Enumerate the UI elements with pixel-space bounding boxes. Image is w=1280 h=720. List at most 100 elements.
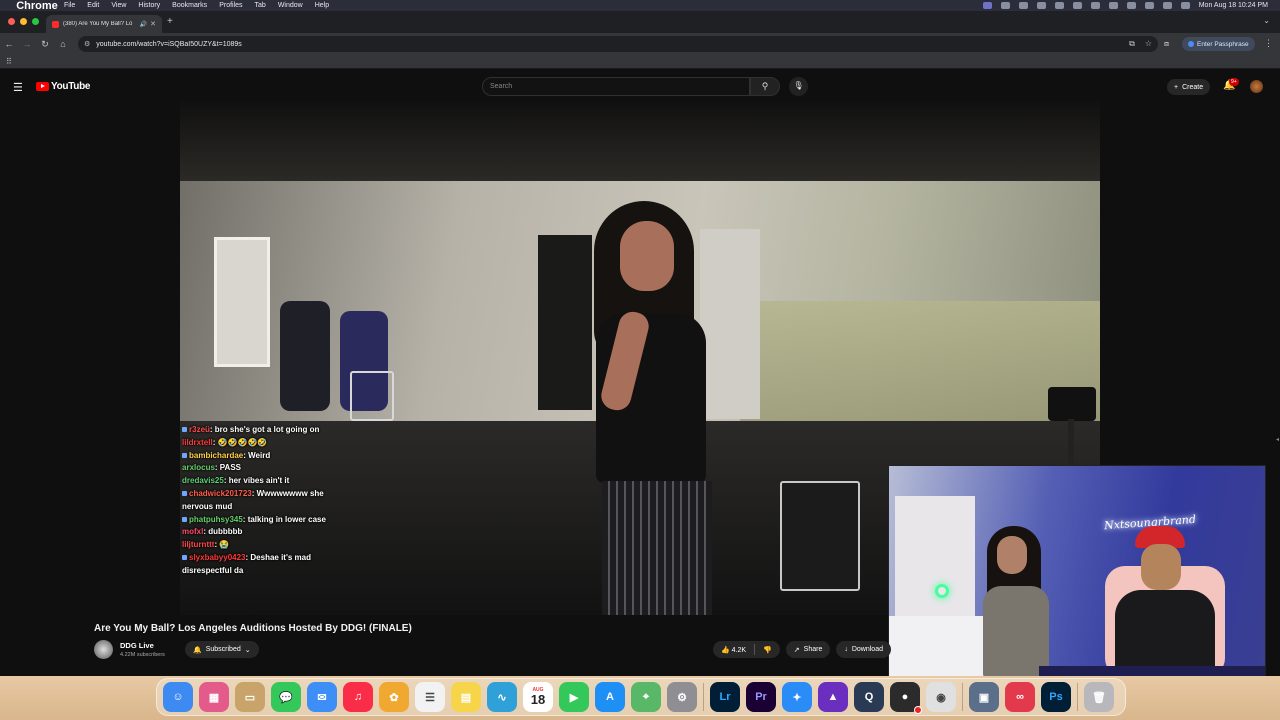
status-battery-icon[interactable] — [1072, 2, 1082, 9]
dock-affinity-icon[interactable]: ▲ — [818, 682, 848, 712]
dock-safari-icon[interactable]: ✦ — [782, 682, 812, 712]
window-controls — [8, 18, 39, 25]
search-icon: ⚲ — [761, 81, 769, 91]
reload-button[interactable]: ↻ — [36, 39, 54, 50]
user-icon[interactable] — [1162, 2, 1172, 9]
hamburger-menu-icon[interactable]: ☰ — [13, 81, 23, 94]
subscribed-label: Subscribed — [205, 646, 241, 653]
dock-chrome-icon[interactable]: ◉ — [926, 682, 956, 712]
video-window — [214, 237, 270, 367]
menu-clock[interactable]: Mon Aug 18 10:24 PM — [1199, 2, 1268, 9]
browser-tab-youtube[interactable]: (380) Are You My Ball? Lo 🔊 ✕ — [46, 15, 162, 33]
dock-system-settings-icon[interactable]: ⚙ — [667, 682, 697, 712]
close-window-button[interactable] — [8, 18, 15, 25]
share-button[interactable]: ↗ Share — [785, 641, 831, 658]
search-input[interactable]: Search — [482, 77, 750, 96]
dock-creative-cloud-icon[interactable]: ∞ — [1005, 682, 1035, 712]
dock-notes-icon[interactable]: ▤ — [451, 682, 481, 712]
download-button[interactable]: ↓ Download — [836, 641, 891, 658]
menu-file[interactable]: File — [64, 2, 75, 9]
dock-maps-icon[interactable]: ⌖ — [631, 682, 661, 712]
dock-mail-icon[interactable]: ✉ — [307, 682, 337, 712]
dock-lightroom-icon[interactable]: Lr — [710, 682, 740, 712]
control-center-icon[interactable] — [1126, 2, 1136, 9]
video-title: Are You My Ball? Los Angeles Auditions H… — [94, 623, 412, 634]
subscriber-count: 4.22M subscribers — [120, 652, 165, 658]
youtube-logo[interactable]: YouTube — [36, 81, 91, 92]
voice-search-button[interactable]: 🎙 — [789, 77, 808, 96]
tab-search-chevron-icon[interactable]: ⌄ — [1263, 16, 1270, 25]
share-label: Share — [803, 646, 823, 653]
channel-name[interactable]: DDG Live — [120, 641, 154, 650]
dock-facetime-icon[interactable]: ▶ — [559, 682, 589, 712]
forward-button[interactable]: → — [18, 39, 36, 49]
dock-reminders-icon[interactable]: ☰ — [415, 682, 445, 712]
status-bluetooth-icon[interactable] — [1090, 2, 1100, 9]
menu-window[interactable]: Window — [278, 2, 303, 9]
dock-launchpad-icon[interactable]: ▦ — [199, 682, 229, 712]
status-window-icon[interactable] — [1054, 2, 1064, 9]
minimize-window-button[interactable] — [20, 18, 27, 25]
siri-icon[interactable] — [1180, 2, 1190, 9]
new-tab-button[interactable]: + — [167, 16, 173, 27]
scroll-indicator-icon[interactable]: ◂ — [1276, 436, 1279, 443]
dock-preview-icon[interactable]: ▣ — [969, 682, 999, 712]
dock-app-store-icon[interactable]: A — [595, 682, 625, 712]
video-camera — [1048, 387, 1096, 421]
share-icon: ↗ — [793, 646, 800, 654]
search-button[interactable]: ⚲ — [750, 77, 780, 96]
notifications-button[interactable]: 🔔 9+ — [1223, 78, 1239, 91]
dock-calendar-icon[interactable]: AUG 18 — [523, 682, 553, 712]
status-cloud-icon[interactable] — [1000, 2, 1010, 9]
home-button[interactable]: ⌂ — [54, 39, 72, 49]
wifi-icon[interactable] — [1108, 2, 1118, 9]
menu-profiles[interactable]: Profiles — [219, 2, 242, 9]
subscribed-button[interactable]: 🔔 Subscribed ⌄ — [185, 641, 259, 658]
menu-edit[interactable]: Edit — [87, 2, 99, 9]
status-app-icon[interactable] — [982, 2, 992, 9]
status-record-icon[interactable] — [1018, 2, 1028, 9]
recording-indicator-icon — [914, 706, 922, 714]
dock-folder-icon[interactable]: ▭ — [235, 682, 265, 712]
extensions-icon[interactable]: ⧈ — [1164, 39, 1169, 49]
chat-text: Weird — [248, 450, 271, 460]
close-tab-icon[interactable]: ✕ — [150, 20, 156, 28]
tab-audio-icon[interactable]: 🔊 — [140, 21, 147, 28]
search-spotlight-icon[interactable] — [1144, 2, 1154, 9]
address-bar[interactable]: ⚙ youtube.com/watch?v=iSQBaI50UZY&t=1089… — [78, 36, 1158, 52]
menu-bookmarks[interactable]: Bookmarks — [172, 2, 207, 9]
dock-quicktime-icon[interactable]: Q — [854, 682, 884, 712]
dock-premiere-icon[interactable]: Pr — [746, 682, 776, 712]
dock-freeform-icon[interactable]: ∿ — [487, 682, 517, 712]
dislike-button[interactable]: 👎 — [763, 646, 772, 654]
chat-badge-icon — [182, 516, 187, 522]
chrome-menu-icon[interactable]: ⋮ — [1264, 38, 1273, 49]
dock-finder-icon[interactable]: ☺ — [163, 682, 193, 712]
site-info-icon[interactable]: ⚙ — [84, 40, 90, 48]
zoom-window-button[interactable] — [32, 18, 39, 25]
like-button[interactable]: 👍 4.2K — [721, 646, 746, 654]
channel-avatar[interactable] — [94, 640, 113, 659]
apps-grid-icon[interactable]: ⠿ — [6, 57, 12, 66]
enter-passphrase-button[interactable]: Enter Passphrase — [1182, 37, 1255, 51]
status-display-icon[interactable] — [1036, 2, 1046, 9]
dock-photos-icon[interactable]: ✿ — [379, 682, 409, 712]
menu-tab[interactable]: Tab — [255, 2, 266, 9]
account-avatar[interactable] — [1250, 80, 1263, 93]
dock-photoshop-icon[interactable]: Ps — [1041, 682, 1071, 712]
chat-text: 🤣🤣🤣🤣🤣 — [217, 437, 268, 447]
dock-messages-icon[interactable]: 💬 — [271, 682, 301, 712]
dock-app-glyph: Q — [864, 691, 874, 703]
menu-view[interactable]: View — [111, 2, 126, 9]
dock-music-icon[interactable]: ♫ — [343, 682, 373, 712]
back-button[interactable]: ← — [0, 39, 18, 49]
install-app-icon[interactable]: ⧉ — [1129, 39, 1135, 49]
menu-history[interactable]: History — [138, 2, 160, 9]
webcam-led-ring — [935, 584, 949, 598]
create-button[interactable]: + Create — [1167, 79, 1211, 95]
dock-obs-icon[interactable]: ● — [890, 682, 922, 714]
dock-trash-icon[interactable]: 🗑 — [1084, 682, 1114, 712]
address-url[interactable]: youtube.com/watch?v=iSQBaI50UZY&t=1089s — [96, 41, 242, 48]
bookmark-star-icon[interactable]: ☆ — [1145, 39, 1152, 49]
menu-help[interactable]: Help — [315, 2, 329, 9]
